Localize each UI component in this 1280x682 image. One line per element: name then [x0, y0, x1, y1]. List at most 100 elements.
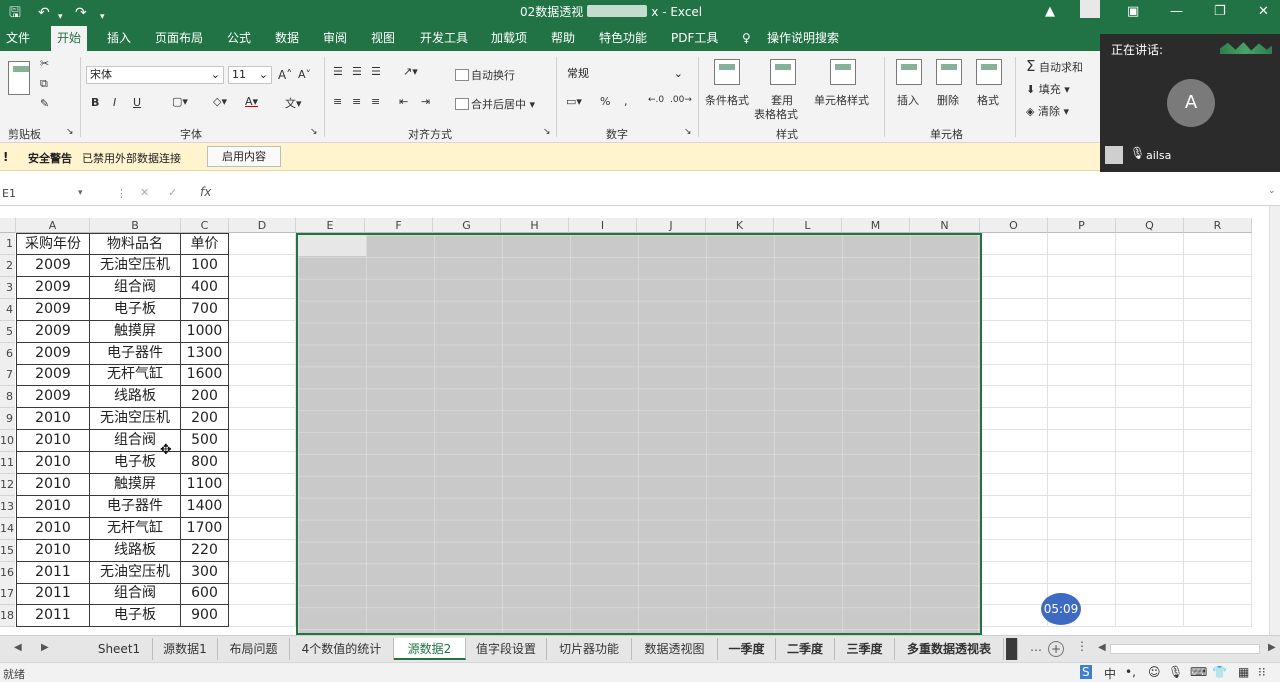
tab-view[interactable]: 视图	[371, 26, 395, 51]
empty-cell[interactable]	[1116, 233, 1184, 255]
phonetic-icon[interactable]: 文▾	[285, 95, 302, 111]
customize-toolbar-icon[interactable]: ▾	[100, 7, 105, 27]
empty-cell[interactable]	[1116, 430, 1184, 453]
empty-cell[interactable]	[1048, 276, 1116, 299]
cell-styles-button[interactable]: 单元格样式	[814, 92, 869, 108]
empty-cell[interactable]	[1184, 254, 1252, 277]
delete-cells-button[interactable]: 删除	[937, 92, 959, 108]
tab-page-layout[interactable]: 页面布局	[155, 26, 203, 51]
empty-cell[interactable]	[1184, 342, 1252, 365]
insert-cells-button[interactable]: 插入	[897, 92, 919, 108]
close-icon[interactable]: ✕	[1258, 3, 1269, 21]
empty-cell[interactable]	[1116, 386, 1184, 409]
row-header-3[interactable]: 3	[0, 276, 15, 299]
sheet-tab[interactable]: 布局问题	[218, 638, 290, 660]
table-cell[interactable]: 600	[181, 583, 229, 606]
table-cell[interactable]: 2009	[16, 342, 90, 365]
empty-cell[interactable]	[980, 605, 1048, 628]
column-header-m[interactable]: M	[842, 218, 910, 233]
borders-icon[interactable]: ▢▾	[172, 95, 188, 108]
table-cell[interactable]: 1400	[181, 495, 229, 518]
sheet-tab[interactable]: 数据透视图	[632, 638, 718, 660]
sheet-tab[interactable]: 一季度	[718, 638, 776, 660]
table-cell[interactable]: 无油空压机	[90, 254, 181, 277]
enable-content-button[interactable]: 启用内容	[207, 146, 281, 167]
alignment-launcher-icon[interactable]: ↘	[543, 127, 551, 137]
row-header-17[interactable]: 17	[0, 583, 15, 606]
align-top-icon[interactable]: ☰	[333, 65, 343, 78]
tab-developer[interactable]: 开发工具	[420, 26, 468, 51]
undo-dropdown-icon[interactable]: ▾	[58, 7, 63, 27]
table-cell[interactable]: 2009	[16, 320, 90, 343]
cut-icon[interactable]: ✂	[40, 57, 49, 70]
font-size-combo[interactable]: 11 ⌄	[228, 66, 272, 84]
align-right-icon[interactable]: ≡	[371, 95, 380, 108]
table-cell[interactable]: 无杆气缸	[90, 364, 181, 387]
expand-formula-icon[interactable]: ⌄	[1268, 186, 1276, 196]
sheet-bar-menu-icon[interactable]: ⋮	[1076, 639, 1088, 653]
font-color-icon[interactable]: A▾	[245, 95, 258, 108]
column-header-r[interactable]: R	[1184, 218, 1252, 233]
ime-logo-icon[interactable]: S	[1080, 665, 1092, 679]
table-cell[interactable]: 1600	[181, 364, 229, 387]
table-cell[interactable]: 100	[181, 254, 229, 277]
increase-decimal-icon[interactable]: ←.0	[648, 95, 664, 105]
voice-input-icon[interactable]: 🎙	[1168, 665, 1183, 679]
number-format-combo[interactable]: 常规 ⌄	[563, 65, 687, 83]
selected-range[interactable]	[296, 233, 982, 635]
table-cell[interactable]: 300	[181, 561, 229, 584]
empty-cell[interactable]	[1048, 430, 1116, 453]
sheet-tab[interactable]: 源数据1	[153, 638, 218, 660]
table-cell[interactable]: 2009	[16, 386, 90, 409]
column-header-j[interactable]: J	[637, 218, 706, 233]
empty-cell[interactable]	[1116, 473, 1184, 496]
minimize-icon[interactable]: —	[1170, 3, 1183, 21]
table-cell[interactable]: 线路板	[90, 386, 181, 409]
empty-cell[interactable]	[229, 254, 296, 277]
row-header-4[interactable]: 4	[0, 298, 15, 321]
tab-insert[interactable]: 插入	[107, 26, 131, 51]
empty-cell[interactable]	[1116, 254, 1184, 277]
skin-icon[interactable]: 👕	[1212, 665, 1227, 679]
column-header-a[interactable]: A	[16, 218, 90, 233]
active-cell-e1[interactable]	[298, 235, 366, 256]
column-header-e[interactable]: E	[296, 218, 365, 233]
undo-icon[interactable]: ↶	[38, 3, 50, 23]
table-cell[interactable]: 电子板	[90, 605, 181, 628]
percent-icon[interactable]: %	[600, 95, 610, 108]
column-header-l[interactable]: L	[774, 218, 842, 233]
underline-icon[interactable]: U	[133, 96, 141, 109]
empty-cell[interactable]	[229, 233, 296, 255]
empty-cell[interactable]	[229, 517, 296, 540]
sheet-tab[interactable]: 源数据2	[394, 638, 466, 660]
table-cell[interactable]: 2010	[16, 430, 90, 453]
align-left-icon[interactable]: ≡	[333, 95, 342, 108]
column-header-i[interactable]: I	[569, 218, 637, 233]
align-center-icon[interactable]: ≡	[352, 95, 361, 108]
enter-icon[interactable]: ✓	[168, 186, 177, 199]
empty-cell[interactable]	[229, 276, 296, 299]
tab-pdf[interactable]: PDF工具	[671, 26, 718, 51]
fill-button[interactable]: ⬇ 填充 ▾	[1026, 81, 1070, 97]
row-header-5[interactable]: 5	[0, 320, 15, 343]
align-middle-icon[interactable]: ☰	[352, 65, 362, 78]
table-cell[interactable]: 800	[181, 452, 229, 474]
empty-cell[interactable]	[980, 386, 1048, 409]
empty-cell[interactable]	[1116, 495, 1184, 518]
table-cell[interactable]: 220	[181, 539, 229, 562]
empty-cell[interactable]	[1184, 320, 1252, 343]
empty-cell[interactable]	[229, 583, 296, 606]
tab-help[interactable]: 帮助	[551, 26, 575, 51]
empty-cell[interactable]	[980, 473, 1048, 496]
fill-color-icon[interactable]: ◇▾	[213, 95, 227, 108]
empty-cell[interactable]	[1048, 364, 1116, 387]
empty-cell[interactable]	[1184, 539, 1252, 562]
sheet-tab[interactable]: 三季度	[835, 638, 895, 660]
empty-cell[interactable]	[1048, 342, 1116, 365]
empty-cell[interactable]	[980, 364, 1048, 387]
empty-cell[interactable]	[1048, 320, 1116, 343]
format-cells-button[interactable]: 格式	[977, 92, 999, 108]
empty-cell[interactable]	[1184, 561, 1252, 584]
empty-cell[interactable]	[229, 539, 296, 562]
shrink-font-icon[interactable]: A˅	[298, 68, 311, 81]
